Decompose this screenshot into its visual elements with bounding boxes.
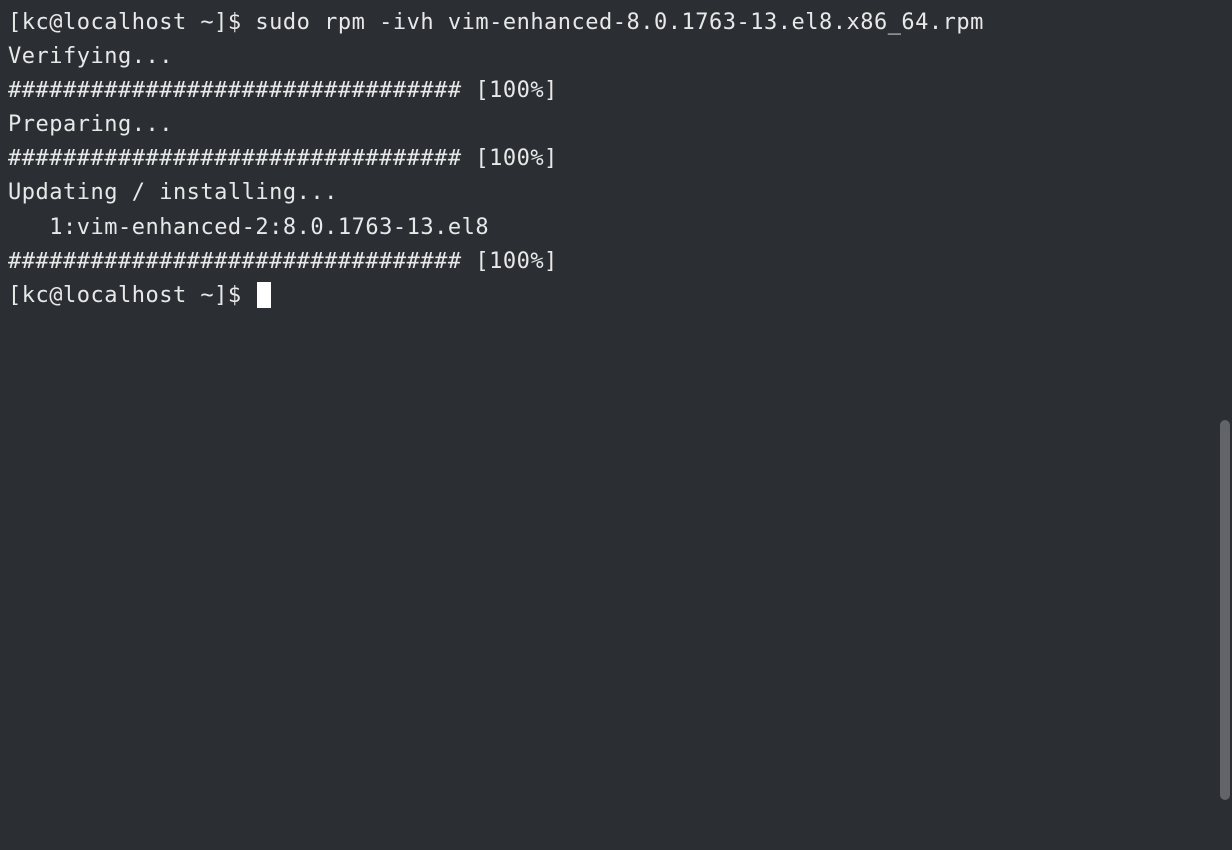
terminal-line-command: [kc@localhost ~]$ sudo rpm -ivh vim-enha… [8, 6, 1224, 40]
terminal-line-progress-verifying: ################################# [100%] [8, 74, 1224, 108]
scrollbar-vertical[interactable] [1220, 420, 1230, 800]
terminal-line-preparing: Preparing... [8, 108, 1224, 142]
terminal-line-progress-preparing: ################################# [100%] [8, 142, 1224, 176]
cursor-icon [257, 282, 271, 308]
terminal-line-verifying: Verifying... [8, 40, 1224, 74]
terminal-line-package: 1:vim-enhanced-2:8.0.1763-13.el8 [8, 211, 1224, 245]
terminal-prompt-current[interactable]: [kc@localhost ~]$ [8, 279, 1224, 313]
terminal-prompt-text: [kc@localhost ~]$ [8, 283, 255, 308]
terminal-line-progress-installing: ################################# [100%] [8, 245, 1224, 279]
terminal-line-updating: Updating / installing... [8, 176, 1224, 210]
